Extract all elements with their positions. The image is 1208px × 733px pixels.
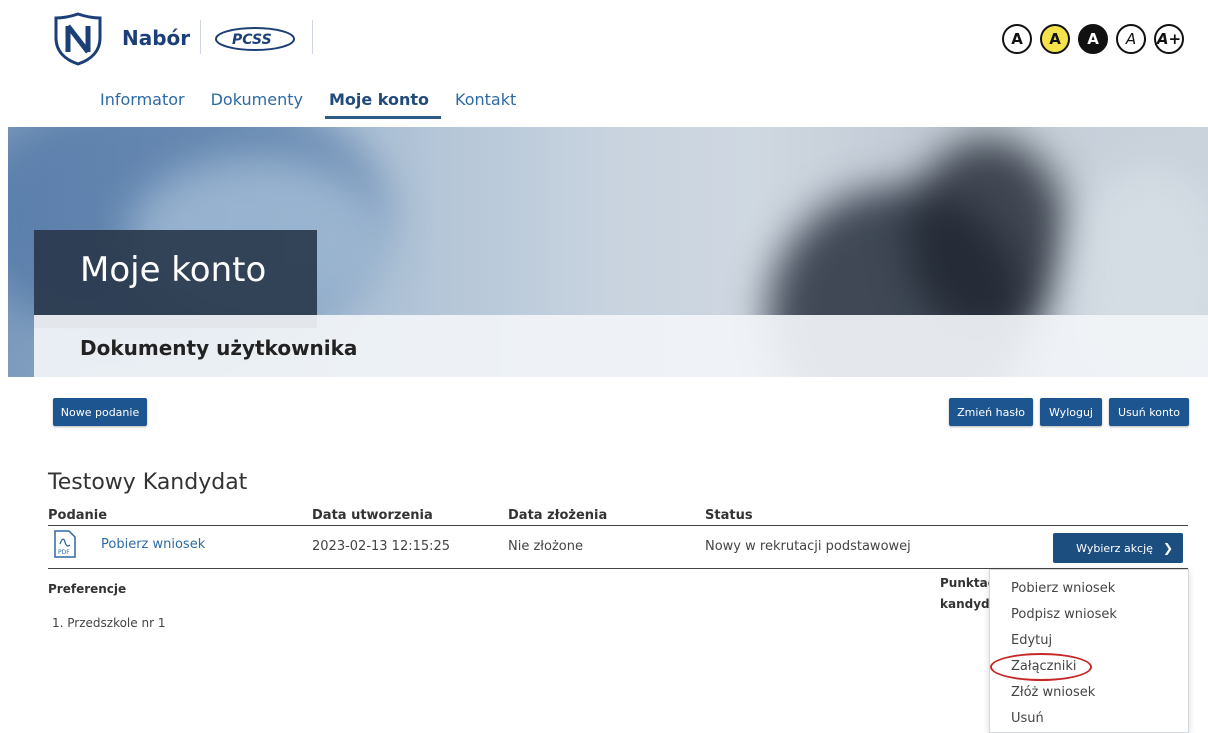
column-header-status: Status xyxy=(705,508,753,523)
preferences-header: Preferencje xyxy=(48,582,127,596)
contrast-yellow-button[interactable]: A xyxy=(1040,24,1070,54)
menu-item-attachments[interactable]: Załączniki xyxy=(1011,659,1077,674)
menu-item-sign[interactable]: Podpisz wniosek xyxy=(1011,607,1117,622)
pcss-logo-text: PCSS xyxy=(232,32,272,48)
nav-item-moje-konto[interactable]: Moje konto xyxy=(324,90,442,119)
action-dropdown-menu: Pobierz wniosek Podpisz wniosek Edytuj Z… xyxy=(989,569,1189,733)
column-header-created: Data utworzenia xyxy=(312,508,433,523)
candidate-name: Testowy Kandydat xyxy=(48,470,248,495)
font-larger-button[interactable]: A+ xyxy=(1154,24,1184,54)
column-header-submitted: Data złożenia xyxy=(508,508,608,523)
header-divider xyxy=(200,20,201,54)
font-normal-button[interactable]: A xyxy=(1116,24,1146,54)
accessibility-controls: A A A A A+ xyxy=(1002,24,1184,54)
submitted-date: Nie złożone xyxy=(508,539,583,554)
new-application-button[interactable]: Nowe podanie xyxy=(53,398,147,426)
chevron-down-icon: ❯ xyxy=(1162,541,1173,555)
choose-action-button[interactable]: Wybierz akcję ❯ xyxy=(1053,533,1183,563)
pdf-file-icon[interactable]: PDF xyxy=(53,530,77,558)
svg-text:PDF: PDF xyxy=(58,549,70,556)
header-divider xyxy=(312,20,313,54)
menu-item-submit[interactable]: Złóż wniosek xyxy=(1011,685,1095,700)
choose-action-label: Wybierz akcję xyxy=(1076,541,1153,555)
created-date: 2023-02-13 12:15:25 xyxy=(312,539,451,554)
nav-item-kontakt[interactable]: Kontakt xyxy=(455,90,516,119)
pcss-logo-icon[interactable]: PCSS xyxy=(214,26,296,52)
brand-name[interactable]: Nabór xyxy=(122,26,190,50)
contrast-dark-button[interactable]: A xyxy=(1078,24,1108,54)
change-password-button[interactable]: Zmień hasło xyxy=(949,398,1033,426)
preference-item: 1. Przedszkole nr 1 xyxy=(52,616,166,630)
status-text: Nowy w rekrutacji podstawowej xyxy=(705,539,911,554)
contrast-default-button[interactable]: A xyxy=(1002,24,1032,54)
main-nav: Informator Dokumenty Moje konto Kontakt xyxy=(100,90,542,119)
page-subtitle: Dokumenty użytkownika xyxy=(80,336,358,360)
logout-button[interactable]: Wyloguj xyxy=(1040,398,1102,426)
site-header: Nabór PCSS A A A A A+ Informator Dokumen… xyxy=(0,0,1208,127)
nav-item-dokumenty[interactable]: Dokumenty xyxy=(211,90,303,119)
menu-item-download[interactable]: Pobierz wniosek xyxy=(1011,581,1115,596)
nav-item-informatory[interactable]: Informator xyxy=(100,90,185,119)
delete-account-button[interactable]: Usuń konto xyxy=(1109,398,1189,426)
shield-logo-icon[interactable] xyxy=(52,12,104,66)
table-header-divider xyxy=(48,525,1188,526)
menu-item-delete[interactable]: Usuń xyxy=(1011,711,1044,726)
menu-item-edit[interactable]: Edytuj xyxy=(1011,633,1052,648)
column-header-podanie: Podanie xyxy=(48,508,108,523)
download-application-link[interactable]: Pobierz wniosek xyxy=(101,537,205,552)
page-title: Moje konto xyxy=(80,250,267,290)
